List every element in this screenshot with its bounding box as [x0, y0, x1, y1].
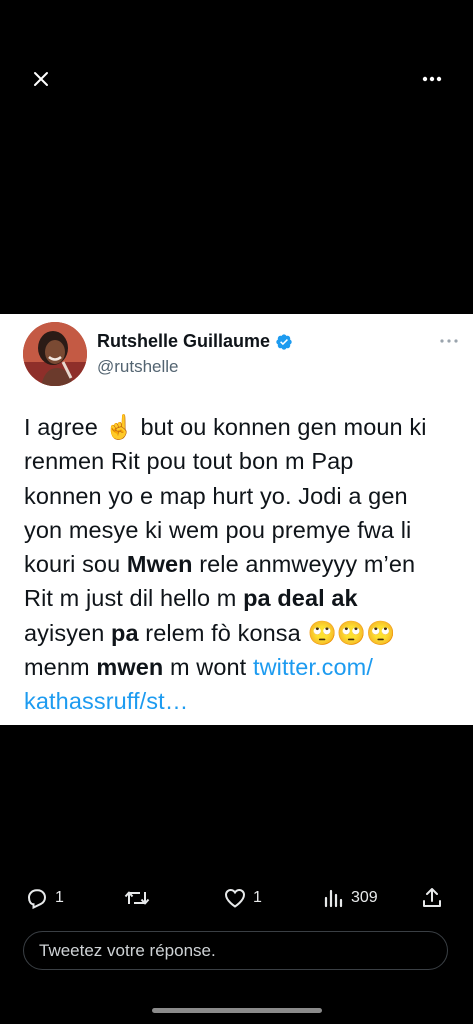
- like-button[interactable]: 1: [223, 886, 262, 910]
- tweet-text-line: menm mwen m wont twitter.com/: [24, 650, 464, 684]
- tweet-bold-text: pa deal ak: [243, 585, 358, 612]
- reply-button[interactable]: 1: [25, 886, 64, 910]
- tweet-bold-text: pa: [111, 619, 139, 646]
- author-handle[interactable]: @rutshelle: [97, 357, 179, 377]
- views-count: 309: [351, 889, 378, 906]
- tweet-text-segment: kouri sou: [24, 551, 127, 578]
- author-name-row[interactable]: Rutshelle Guillaume: [97, 331, 293, 352]
- tweet-card: Rutshelle Guillaume @rutshelle I agree ☝…: [0, 314, 473, 725]
- views-chart-icon: [324, 889, 343, 908]
- retweet-icon: [124, 891, 150, 905]
- tweet-text-line: Rit m just dil hello m pa deal ak: [24, 581, 464, 615]
- tweet-text-segment: 🙄🙄🙄: [307, 619, 396, 646]
- tweet-text-line: ayisyen pa relem fò konsa 🙄🙄🙄: [24, 616, 464, 650]
- avatar[interactable]: [23, 322, 87, 386]
- more-horizontal-icon: [440, 339, 458, 343]
- tweet-text-segment: relem fò konsa: [138, 619, 308, 646]
- tweet-text-line: kouri sou Mwen rele anmweyyy m’en: [24, 547, 464, 581]
- tweet-text-segment: menm: [24, 654, 97, 681]
- tweet-bold-text: mwen: [96, 654, 164, 681]
- reply-icon: [27, 889, 47, 910]
- tweet-actions-bar: 1 1 309: [0, 880, 473, 920]
- verified-badge-icon: [276, 333, 292, 350]
- tweet-bold-text: Mwen: [126, 551, 193, 578]
- tweet-text-segment: renmen Rit pou tout bon m Pap: [24, 448, 354, 475]
- tweet-text-segment: konnen yo e map hurt yo. Jodi a gen: [24, 482, 408, 509]
- views-button[interactable]: 309: [323, 886, 378, 910]
- like-count: 1: [253, 889, 262, 906]
- author-name[interactable]: Rutshelle Guillaume: [97, 331, 270, 352]
- retweet-button[interactable]: [124, 886, 156, 910]
- reply-composer[interactable]: [23, 931, 448, 970]
- tweet-text-segment: yon mesye ki wem pou premye fwa li: [24, 516, 412, 543]
- tweet-text-segment: m wont: [163, 654, 253, 681]
- tweet-text-segment: but ou konnen gen moun ki: [133, 414, 427, 440]
- tweet-text-segment: rele anmweyyy m’en: [192, 551, 416, 578]
- close-button[interactable]: [26, 64, 56, 94]
- tweet-text-line: renmen Rit pou tout bon m Pap: [24, 444, 464, 478]
- tweet-text-segment: ☝️: [104, 414, 134, 440]
- tweet-text-segment: Rit m just dil hello m: [24, 585, 244, 612]
- tweet-link[interactable]: twitter.com/: [253, 654, 373, 680]
- tweet-text: I agree ☝️ but ou konnen gen moun ki renm…: [24, 410, 464, 719]
- reply-count: 1: [55, 889, 64, 906]
- tweet-text-line: I agree ☝️ but ou konnen gen moun ki: [24, 410, 464, 444]
- tweet-more-button[interactable]: [436, 334, 462, 348]
- tweet-link[interactable]: kathassruff/st…: [24, 688, 188, 714]
- home-indicator[interactable]: [152, 1008, 322, 1013]
- tweet-text-segment: I agree: [24, 414, 105, 440]
- share-icon: [423, 888, 441, 907]
- tweet-text-line: yon mesye ki wem pou premye fwa li: [24, 513, 464, 547]
- reply-input[interactable]: [37, 939, 421, 962]
- tweet-text-line: konnen yo e map hurt yo. Jodi a gen: [24, 479, 464, 513]
- tweet-text-line: kathassruff/st…: [24, 684, 464, 718]
- top-bar: [0, 0, 473, 120]
- more-options-button[interactable]: [414, 64, 450, 94]
- share-button[interactable]: [421, 886, 443, 910]
- tweet-text-segment: ayisyen: [24, 619, 112, 646]
- close-icon: [34, 72, 48, 86]
- heart-icon: [224, 888, 246, 908]
- more-horizontal-icon: [422, 76, 442, 82]
